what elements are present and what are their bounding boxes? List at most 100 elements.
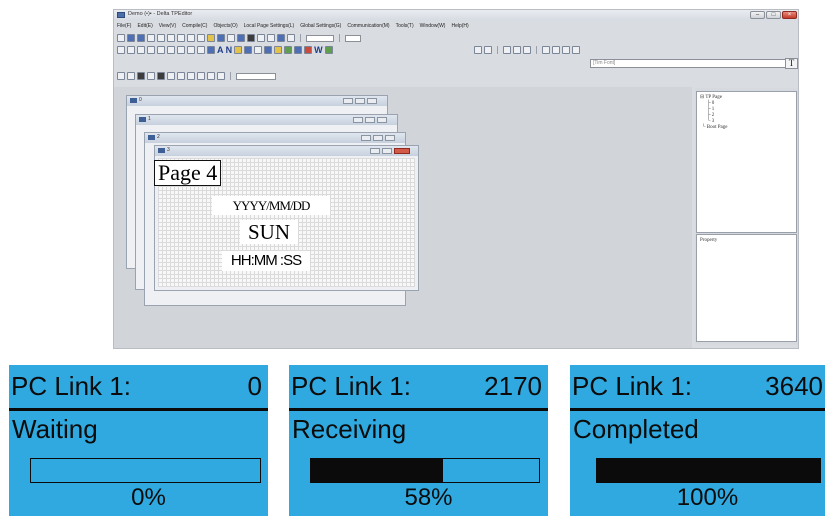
download-icon[interactable] [217, 34, 225, 42]
page-title-object[interactable]: Page 4 [154, 160, 222, 186]
time-object[interactable]: HH:MM :SS [222, 251, 310, 271]
date-object[interactable]: YYYY/MM/DD [212, 196, 330, 215]
text-right-icon[interactable] [523, 46, 531, 54]
font-combo[interactable]: [Tim Font] [590, 59, 795, 68]
tree-item-page-0[interactable]: ├ 0 [707, 101, 714, 106]
table-icon[interactable] [294, 46, 303, 54]
day-object[interactable]: SUN [240, 220, 298, 244]
menu-global-settings[interactable]: Global Settings(G) [300, 23, 341, 29]
polygon-icon[interactable] [197, 72, 205, 80]
pie-icon[interactable] [207, 72, 215, 80]
zoom-in-icon[interactable] [257, 34, 265, 42]
print-icon[interactable] [147, 34, 155, 42]
menu-view[interactable]: View(V) [159, 23, 176, 29]
menu-compile[interactable]: Compile(C) [182, 23, 207, 29]
align-center-icon[interactable] [127, 46, 135, 54]
page-maximize-button[interactable] [365, 117, 375, 123]
maximize-button[interactable]: □ [766, 11, 781, 19]
meter-icon[interactable] [274, 46, 283, 54]
bitmap-icon[interactable] [234, 46, 243, 54]
circle-icon[interactable] [147, 72, 155, 80]
open-file-icon[interactable] [127, 34, 135, 42]
keypad-icon[interactable] [254, 46, 263, 54]
page-minimize-button[interactable] [361, 135, 371, 141]
wav-tool-icon[interactable]: W [314, 45, 323, 55]
close-button[interactable]: × [782, 11, 797, 19]
same-size-icon[interactable] [187, 46, 195, 54]
align-right-icon[interactable] [137, 46, 145, 54]
clock-icon[interactable] [284, 46, 293, 54]
page-window-titlebar[interactable]: 0 [127, 96, 387, 106]
page-minimize-button[interactable] [353, 117, 363, 123]
filled-circle-icon[interactable] [157, 72, 165, 80]
page-window-titlebar[interactable]: 2 [145, 133, 405, 143]
align-middle-icon[interactable] [157, 46, 165, 54]
upload-icon[interactable] [227, 34, 235, 42]
settings-icon[interactable] [157, 34, 165, 42]
page-close-button[interactable] [394, 148, 410, 154]
title-bar[interactable]: Demo (•)• - Delta TPEditor – □ × [114, 10, 798, 21]
copy-icon[interactable] [167, 34, 175, 42]
run-icon[interactable] [277, 34, 285, 42]
filled-rectangle-icon[interactable] [137, 72, 145, 80]
align-top-icon[interactable] [147, 46, 155, 54]
text-top-icon[interactable] [542, 46, 550, 54]
page-maximize-button[interactable] [355, 98, 365, 104]
menu-edit[interactable]: Edit(E) [137, 23, 152, 29]
line-style-combo[interactable] [236, 72, 276, 80]
page-close-button[interactable] [385, 135, 395, 141]
transfer-icon[interactable] [237, 34, 245, 42]
menu-communication[interactable]: Communication(M) [347, 23, 389, 29]
font-color-icon[interactable] [572, 46, 580, 54]
view-icon[interactable] [287, 34, 295, 42]
compile-icon[interactable] [207, 34, 215, 42]
polyline-icon[interactable] [217, 72, 225, 80]
page-close-button[interactable] [367, 98, 377, 104]
page-tree[interactable]: ⊟ TP Page ├ 0 ├ 1 ├ 2 └ 3 └ Boot Page [696, 91, 797, 233]
menu-local-page-settings[interactable]: Local Page Settings(L) [244, 23, 295, 29]
page-window-titlebar[interactable]: 1 [136, 115, 397, 125]
menu-help[interactable]: Help(H) [451, 23, 468, 29]
round-rect-icon[interactable] [187, 72, 195, 80]
page-minimize-button[interactable] [370, 148, 380, 154]
page-combo[interactable] [306, 34, 334, 42]
minimize-button[interactable]: – [750, 11, 765, 19]
save-icon[interactable] [137, 34, 145, 42]
distribute-icon[interactable] [177, 46, 185, 54]
zoom-out-icon[interactable] [267, 34, 275, 42]
screen-icon[interactable] [247, 34, 255, 42]
page-minimize-button[interactable] [343, 98, 353, 104]
tree-root-tp-page[interactable]: ⊟ TP Page [700, 94, 722, 100]
menu-file[interactable]: File(F) [117, 23, 131, 29]
move-back-icon[interactable] [484, 46, 492, 54]
cut-icon[interactable] [177, 34, 185, 42]
text-bottom-icon[interactable] [562, 46, 570, 54]
page-maximize-button[interactable] [382, 148, 392, 154]
align-left-icon[interactable] [117, 46, 125, 54]
property-tab[interactable]: Property [700, 238, 717, 243]
font-button[interactable]: T [785, 58, 798, 69]
tree-item-page-3[interactable]: └ 3 [707, 119, 714, 124]
alarm-icon[interactable] [304, 46, 313, 54]
menu-tools[interactable]: Tools(T) [396, 23, 414, 29]
text-left-icon[interactable] [503, 46, 511, 54]
page-window-titlebar[interactable]: 3 [155, 146, 418, 156]
group-icon[interactable] [197, 46, 205, 54]
tree-item-boot-page[interactable]: └ Boot Page [702, 125, 728, 130]
undo-icon[interactable] [197, 34, 205, 42]
text-center-icon[interactable] [513, 46, 521, 54]
chart-icon[interactable] [264, 46, 273, 54]
select-pointer-icon[interactable] [207, 46, 215, 54]
tree-item-page-2[interactable]: ├ 2 [707, 113, 714, 118]
ellipse-icon[interactable] [177, 72, 185, 80]
menu-objects[interactable]: Objects(O) [213, 23, 237, 29]
text-middle-icon[interactable] [552, 46, 560, 54]
menu-window[interactable]: Window(W) [420, 23, 446, 29]
tree-item-page-1[interactable]: ├ 1 [707, 107, 714, 112]
row-size-combo[interactable] [345, 34, 361, 42]
page-maximize-button[interactable] [373, 135, 383, 141]
paste-icon[interactable] [187, 34, 195, 42]
align-bottom-icon[interactable] [167, 46, 175, 54]
arc-icon[interactable] [167, 72, 175, 80]
new-file-icon[interactable] [117, 34, 125, 42]
